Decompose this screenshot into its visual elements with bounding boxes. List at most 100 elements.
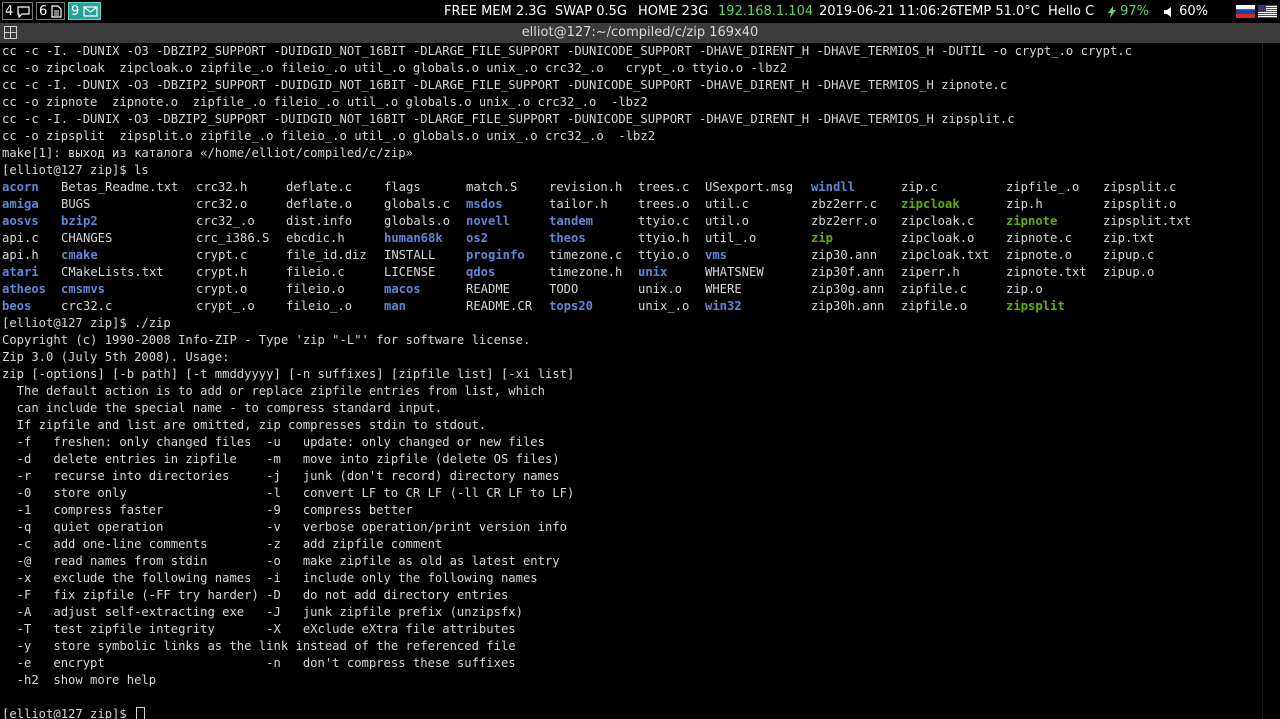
ls-file-entry: zip.o [1006,282,1043,296]
ls-file-entry: zipup.o [1103,265,1155,279]
ls-file-entry: timezone.c [549,248,623,262]
ls-directory-entry: aosvs [2,214,39,228]
terminal-output[interactable]: cc -c -I. -DUNIX -O3 -DBZIP2_SUPPORT -DU… [0,43,1262,719]
workspace-4-button[interactable]: 4 [2,2,34,20]
ls-file-entry: zip.h [1006,197,1043,211]
ls-executable-entry: zipnote [1006,214,1058,228]
ls-file-entry: crc32.c [61,299,113,313]
ls-file-entry: zipnote.o [1006,248,1073,262]
ls-directory-entry: os2 [466,231,489,245]
ls-directory-entry: human68k [384,231,443,245]
ls-directory-entry: proginfo [466,248,525,262]
window-titlebar[interactable]: elliot@127:~/compiled/c/zip 169x40 [0,23,1280,43]
terminal-line: -x exclude the following names -i includ… [2,571,538,585]
ls-file-entry: ziperr.h [901,265,960,279]
chat-icon [17,5,31,18]
terminal-line: -@ read names from stdin -o make zipfile… [2,554,560,568]
free-memory-indicator: FREE MEM 2.3G [444,4,547,19]
ls-file-entry: zipsplit.c [1103,180,1177,194]
ls-file-entry: CHANGES [61,231,113,245]
ls-directory-entry: tandem [549,214,594,228]
ls-directory-entry: msdos [466,197,503,211]
terminal-line: cc -o zipcloak zipcloak.o zipfile_.o fil… [2,61,788,75]
ls-file-entry: crc_i386.S [196,231,270,245]
ls-file-entry: match.S [466,180,518,194]
terminal-line: -T test zipfile integrity -X eXclude eXt… [2,622,516,636]
workspace-6-button[interactable]: 6 [36,2,66,20]
workspace-9-button[interactable]: 9 [68,2,102,20]
home-disk-indicator: HOME 23G [638,4,709,19]
ls-file-entry: crc32.o [196,197,248,211]
terminal-line: Zip 3.0 (July 5th 2008). Usage: [2,350,230,364]
ls-file-entry: util.c [705,197,750,211]
ls-directory-entry: beos [2,299,32,313]
swap-indicator: SWAP 0.5G [555,4,628,19]
ls-file-entry: BUGS [61,197,91,211]
ls-file-entry: zip30.ann [811,248,878,262]
ls-file-entry: README [466,282,511,296]
terminal-line: -h2 show more help [2,673,157,687]
volume-indicator[interactable]: 60% [1163,3,1208,21]
ls-file-entry: trees.o [638,197,690,211]
ls-file-entry: README.CR [466,299,533,313]
window-title: elliot@127:~/compiled/c/zip 169x40 [521,25,759,40]
ls-file-entry: zipcloak.o [901,231,975,245]
ls-executable-entry: zip [811,231,834,245]
ls-file-entry: util_.o [705,231,757,245]
ls-file-entry: deflate.o [286,197,353,211]
ls-file-entry: ttyio.c [638,214,690,228]
ls-file-entry: fileio.c [286,265,345,279]
terminal-line: cc -c -I. -DUNIX -O3 -DBZIP2_SUPPORT -DU… [2,112,1015,126]
ls-file-entry: zipfile.o [901,299,968,313]
datetime-indicator: 2019-06-21 11:06:26 [819,4,958,19]
ru-flag-icon[interactable] [1236,5,1255,18]
lightning-icon [1108,5,1116,18]
ip-address-indicator: 192.168.1.104 [718,4,814,19]
terminal-line: -r recurse into directories -j junk (don… [2,469,560,483]
ls-directory-entry: man [384,299,407,313]
ls-directory-entry: cmsmvs [61,282,106,296]
terminal-scrollbar[interactable] [1262,43,1280,719]
ls-file-entry: deflate.c [286,180,353,194]
ls-file-entry: zbz2err.c [811,197,878,211]
ls-directory-entry: macos [384,282,421,296]
ls-executable-entry: zipsplit [1006,299,1065,313]
terminal-line: -d delete entries in zipfile -m move int… [2,452,560,466]
ls-file-entry: fileio_.o [286,299,353,313]
ls-file-entry: zip30g.ann [811,282,885,296]
ls-file-entry: zip.txt [1103,231,1155,245]
ls-file-entry: zipsplit.o [1103,197,1177,211]
top-status-bar: 4 6 9 FREE MEM 2.3G SWAP 0.5G HOME 23G 1… [0,0,1280,23]
ls-file-entry: crc32_.o [196,214,255,228]
ls-file-entry: crc32.h [196,180,248,194]
ls-file-entry: CMakeLists.txt [61,265,164,279]
ls-file-entry: crypt.o [196,282,248,296]
terminal-line: [elliot@127 zip]$ [2,707,135,719]
ls-directory-entry: tops20 [549,299,594,313]
ls-file-entry: file_id.diz [286,248,367,262]
ls-file-entry: crypt.c [196,248,248,262]
volume-percent: 60% [1179,4,1209,19]
us-flag-icon[interactable] [1258,5,1277,18]
ls-directory-entry: win32 [705,299,742,313]
terminal-line: cc -c -I. -DUNIX -O3 -DBZIP2_SUPPORT -DU… [2,78,1008,92]
ls-file-entry: TODO [549,282,579,296]
ls-directory-entry: acorn [2,180,39,194]
battery-indicator: 97% [1108,3,1149,21]
terminal-line: -0 store only -l convert LF to CR LF (-l… [2,486,575,500]
terminal-line: -c add one-line comments -z add zipfile … [2,537,443,551]
ls-file-entry: ttyio.o [638,248,690,262]
workspace-number: 4 [5,4,14,19]
ls-directory-entry: unix [638,265,668,279]
ls-executable-entry: zipcloak [901,197,960,211]
terminal-line: -f freshen: only changed files -u update… [2,435,545,449]
ls-file-entry: revision.h [549,180,623,194]
terminal-line: [elliot@127 zip]$ ./zip [2,316,171,330]
terminal-line: make[1]: выход из каталога «/home/elliot… [2,146,413,160]
terminal-line: zip [-options] [-b path] [-t mmddyyyy] [… [2,367,575,381]
terminal-line: -A adjust self-extracting exe -J junk zi… [2,605,523,619]
ls-directory-entry: bzip2 [61,214,98,228]
workspace-number: 9 [71,4,80,19]
ls-directory-entry: qdos [466,265,496,279]
ls-file-entry: WHERE [705,282,742,296]
